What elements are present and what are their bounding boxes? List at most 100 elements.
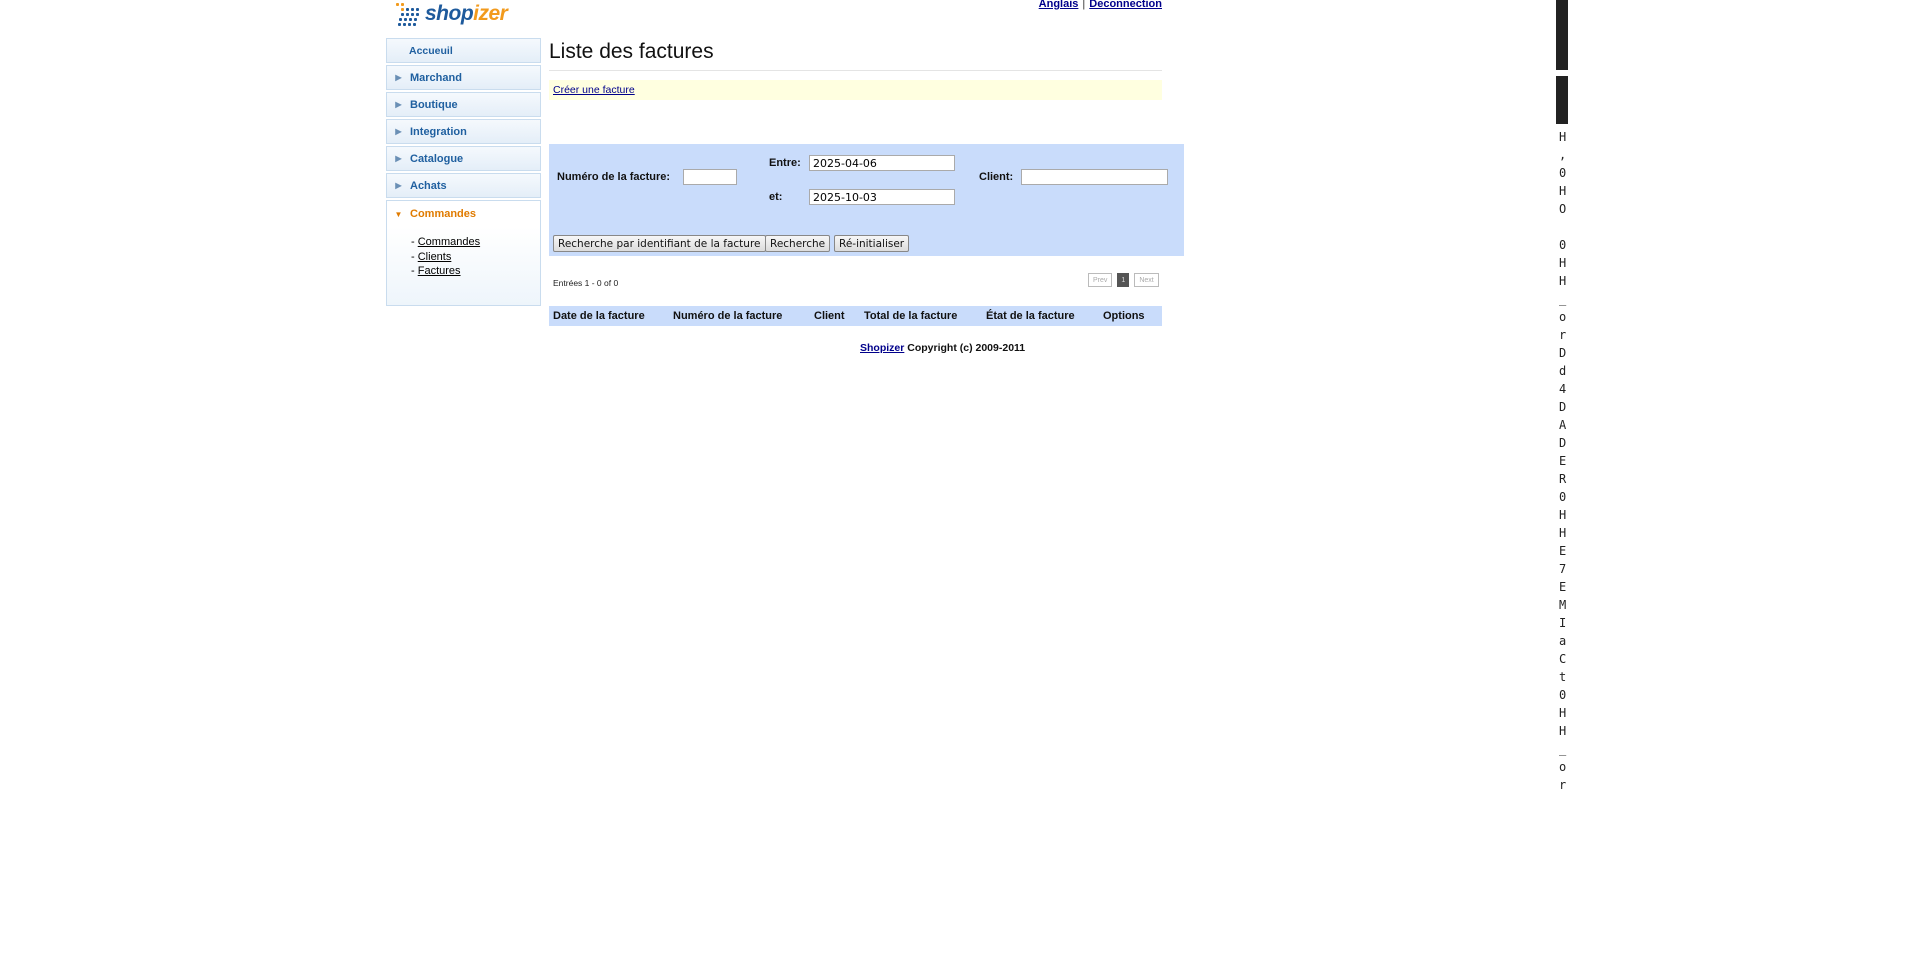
terminal-char xyxy=(1559,218,1569,236)
title-divider xyxy=(549,70,1162,71)
strip-dark-block xyxy=(1556,0,1568,70)
terminal-char: D xyxy=(1559,400,1567,414)
strip-dark-block xyxy=(1556,76,1568,124)
sidebar-item-home[interactable]: Accueuil xyxy=(386,38,541,63)
top-links: Anglais | Deconnection xyxy=(1039,0,1162,10)
action-bar: Créer une facture xyxy=(549,80,1162,100)
sidebar-item-label: Integration xyxy=(410,125,467,138)
prev-page-button[interactable]: Prev xyxy=(1088,273,1113,287)
sidebar-item-label: Catalogue xyxy=(410,152,464,165)
arrow-right-icon: ▶ xyxy=(395,181,402,190)
terminal-char: a xyxy=(1559,634,1567,648)
terminal-char: M xyxy=(1559,598,1567,612)
column-header-status[interactable]: État de la facture xyxy=(986,310,1075,322)
terminal-text: H,0HO 0 H H _ o r Dd 4 D A D E R 0 H H E 7 E M Ia Ct 0 H H _ o r xyxy=(1559,128,1569,794)
terminal-char: , xyxy=(1559,148,1567,162)
shopizer-logo[interactable]: shopizer xyxy=(394,0,508,28)
terminal-char: H xyxy=(1559,526,1567,540)
arrow-right-icon: ▶ xyxy=(395,73,402,82)
sidebar-item-catalogue[interactable]: ▶ Catalogue xyxy=(386,146,541,171)
between-label: Entre: xyxy=(769,157,801,169)
and-label: et: xyxy=(769,191,783,203)
sidebar-item-commandes[interactable]: ▼ Commandes xyxy=(386,200,541,227)
submenu-item: - Commandes xyxy=(411,235,540,250)
submenu-bullet: - xyxy=(411,265,418,277)
terminal-char: E xyxy=(1559,544,1567,558)
sidebar-item-integration[interactable]: ▶ Integration xyxy=(386,119,541,144)
client-input[interactable] xyxy=(1021,169,1168,185)
search-panel: Numéro de la facture: Entre: et: Client:… xyxy=(549,144,1184,256)
terminal-char: H xyxy=(1559,724,1567,738)
terminal-char: H xyxy=(1559,256,1567,270)
submenu-bullet: - xyxy=(411,236,418,248)
sidebar-nav: Accueuil ▶ Marchand ▶ Boutique ▶ Integra… xyxy=(386,38,541,306)
terminal-char: H xyxy=(1559,274,1567,288)
terminal-char: R xyxy=(1559,472,1567,486)
terminal-char: 0 xyxy=(1559,238,1567,252)
sidebar-item-boutique[interactable]: ▶ Boutique xyxy=(386,92,541,117)
commandes-submenu: - Commandes - Clients - Factures xyxy=(386,227,541,306)
current-page[interactable]: 1 xyxy=(1117,273,1130,287)
sidebar-item-marchand[interactable]: ▶ Marchand xyxy=(386,65,541,90)
sidebar-item-label: Accueuil xyxy=(409,44,453,57)
terminal-char: o xyxy=(1559,760,1567,774)
reset-button[interactable]: Ré-initialiser xyxy=(834,235,910,252)
column-header-date[interactable]: Date de la facture xyxy=(553,310,645,322)
sidebar-item-achats[interactable]: ▶ Achats xyxy=(386,173,541,198)
terminal-char: r xyxy=(1559,778,1567,792)
next-page-button[interactable]: Next xyxy=(1134,273,1159,287)
terminal-char: _ xyxy=(1559,742,1567,756)
terminal-char: 0 xyxy=(1559,166,1567,180)
footer: Shopizer Copyright (c) 2009-2011 xyxy=(860,342,1025,354)
search-button[interactable]: Recherche xyxy=(765,235,831,252)
terminal-char: r xyxy=(1559,328,1567,342)
terminal-char: _ xyxy=(1559,292,1567,306)
entries-count: Entrées 1 - 0 of 0 xyxy=(553,278,619,288)
footer-shopizer-link[interactable]: Shopizer xyxy=(860,342,904,354)
terminal-char: H xyxy=(1559,130,1567,144)
language-link[interactable]: Anglais xyxy=(1039,0,1079,10)
date-to-input[interactable] xyxy=(809,189,955,205)
terminal-char: O xyxy=(1559,202,1567,216)
terminal-char: 0 xyxy=(1559,688,1567,702)
sidebar-item-label: Commandes xyxy=(410,208,477,220)
terminal-char: I xyxy=(1559,616,1567,630)
invoice-number-input[interactable] xyxy=(683,169,737,185)
date-from-input[interactable] xyxy=(809,155,955,171)
column-header-client[interactable]: Client xyxy=(814,310,845,322)
column-header-options: Options xyxy=(1103,310,1145,322)
results-table-header: Date de la facture Numéro de la facture … xyxy=(549,306,1162,326)
submenu-link-clients[interactable]: Clients xyxy=(418,251,452,263)
column-header-number[interactable]: Numéro de la facture xyxy=(673,310,782,322)
submenu-link-commandes[interactable]: Commandes xyxy=(418,236,480,248)
terminal-char: E xyxy=(1559,580,1567,594)
arrow-right-icon: ▶ xyxy=(395,154,402,163)
sidebar-item-label: Marchand xyxy=(410,71,462,84)
terminal-char: H xyxy=(1559,508,1567,522)
page-title: Liste des factures xyxy=(549,40,714,63)
terminal-char: A xyxy=(1559,418,1567,432)
submenu-link-factures[interactable]: Factures xyxy=(418,265,461,277)
search-by-id-button[interactable]: Recherche par identifiant de la facture xyxy=(553,235,766,252)
arrow-right-icon: ▶ xyxy=(395,100,402,109)
column-header-total[interactable]: Total de la facture xyxy=(864,310,957,322)
terminal-char: o xyxy=(1559,310,1567,324)
logout-link[interactable]: Deconnection xyxy=(1089,0,1162,10)
pagination: Prev 1 Next xyxy=(1088,273,1159,287)
create-invoice-link[interactable]: Créer une facture xyxy=(553,84,635,96)
sidebar-item-label: Boutique xyxy=(410,98,458,111)
terminal-char: C xyxy=(1559,652,1567,666)
terminal-char: 0 xyxy=(1559,490,1567,504)
submenu-item: - Factures xyxy=(411,264,540,279)
invoice-number-label: Numéro de la facture: xyxy=(557,171,671,183)
terminal-char: H xyxy=(1559,184,1567,198)
submenu-item: - Clients xyxy=(411,250,540,265)
submenu-bullet: - xyxy=(411,250,418,263)
arrow-down-icon: ▼ xyxy=(394,209,403,219)
logo-text: shopizer xyxy=(425,2,508,25)
sidebar-item-label: Achats xyxy=(410,179,447,192)
footer-copyright: Copyright (c) 2009-2011 xyxy=(904,342,1026,354)
arrow-right-icon: ▶ xyxy=(395,127,402,136)
terminal-char: E xyxy=(1559,454,1567,468)
client-label: Client: xyxy=(979,171,1014,183)
